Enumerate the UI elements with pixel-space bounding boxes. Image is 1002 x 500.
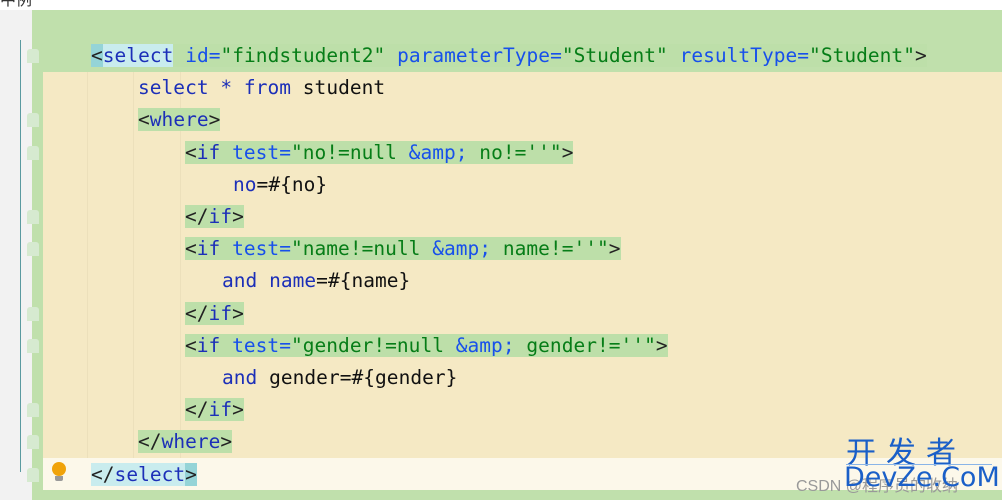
code-token-bracket: > — [561, 140, 574, 164]
code-token-attr: id= — [185, 44, 221, 67]
code-line[interactable]: <select id="findstudent2" parameterType=… — [91, 40, 927, 72]
code-token-bracket: > — [185, 462, 197, 486]
code-line[interactable]: </if> — [185, 394, 244, 426]
code-token-str: "Student" — [561, 44, 668, 67]
code-line[interactable]: <if test="no!=null &amp; no!=''"> — [185, 137, 574, 169]
code-token-tag: select — [102, 44, 174, 67]
code-token-tag: if — [196, 237, 221, 261]
code-token-attr: parameterType= — [397, 44, 562, 67]
code-token-attr: test= — [232, 333, 291, 357]
fold-marker-icon[interactable] — [27, 49, 39, 63]
code-line[interactable]: no=#{no} — [233, 169, 327, 201]
code-token-bracket: </ — [185, 301, 209, 325]
code-token-bracket: > — [220, 430, 233, 454]
code-token-text: =#{no} — [256, 172, 328, 196]
code-token-str: no!=''" — [467, 140, 562, 164]
code-token-attr: test= — [232, 237, 291, 261]
code-line[interactable]: </if> — [185, 201, 244, 233]
code-token-bracket: < — [138, 108, 150, 132]
code-token-bracket: > — [608, 237, 621, 261]
code-line[interactable]: </select> — [91, 459, 197, 491]
fold-marker-icon[interactable] — [27, 113, 39, 128]
code-token-bracket: < — [185, 237, 197, 261]
code-token-str: gender!=''" — [514, 333, 656, 357]
top-cropped-text: 中例 — [0, 0, 32, 10]
code-line[interactable]: select * from student — [138, 72, 385, 104]
code-token-amp: &amp; — [408, 140, 468, 164]
code-token-text — [385, 44, 398, 67]
code-token-text — [220, 333, 233, 357]
fold-marker-icon[interactable] — [27, 306, 39, 321]
code-token-bracket: > — [232, 205, 244, 228]
code-token-text — [220, 237, 233, 261]
code-token-kw: no — [233, 172, 257, 196]
code-token-text — [667, 44, 680, 67]
code-token-bracket: < — [185, 140, 197, 164]
code-token-bracket: </ — [185, 205, 209, 228]
lightbulb-icon[interactable] — [52, 462, 66, 481]
code-token-str: "Student" — [809, 44, 915, 67]
code-token-tag: where — [149, 108, 209, 132]
code-token-str: "no!=null — [290, 140, 409, 164]
code-line[interactable]: <if test="gender!=null &amp; gender!=''"… — [185, 330, 668, 362]
code-token-tag: if — [208, 205, 233, 228]
code-token-text: student — [302, 76, 386, 100]
fold-marker-icon[interactable] — [27, 403, 39, 418]
code-token-tag: if — [196, 333, 221, 357]
code-line[interactable]: <if test="name!=null &amp; name!=''"> — [185, 233, 621, 265]
code-token-amp: &amp; — [455, 333, 515, 357]
code-token-bracket: > — [232, 398, 244, 422]
code-token-bracket: > — [232, 301, 244, 325]
code-token-str: name!=''" — [491, 237, 609, 261]
code-line[interactable]: <where> — [138, 104, 221, 136]
code-token-str: "findstudent2" — [220, 44, 386, 67]
code-token-text: =#{name} — [316, 269, 411, 293]
code-token-attr: test= — [232, 140, 291, 164]
fold-marker-icon[interactable] — [27, 242, 39, 257]
code-token-bracket: </ — [185, 398, 209, 422]
fold-marker-icon[interactable] — [27, 467, 39, 482]
code-token-kw: select * from — [138, 76, 303, 100]
code-token-text: gender=#{gender} — [269, 366, 458, 389]
code-token-text — [173, 44, 186, 67]
code-line[interactable]: </if> — [185, 298, 244, 330]
code-token-bracket: > — [655, 333, 668, 357]
code-token-bracket: > — [208, 108, 221, 132]
watermark-logo-en: DevZe.CoM — [844, 462, 1000, 493]
code-token-kw: and name — [222, 269, 317, 293]
code-token-bracket: < — [185, 333, 197, 357]
code-token-tag: if — [208, 301, 233, 325]
fold-marker-icon[interactable] — [27, 210, 39, 224]
code-token-tag: if — [196, 140, 221, 164]
code-token-attr: resultType= — [679, 44, 810, 67]
code-token-amp: &amp; — [432, 237, 492, 261]
code-token-tag: if — [208, 398, 233, 422]
code-token-tag: where — [161, 430, 221, 454]
fold-marker-icon[interactable] — [27, 435, 39, 450]
indent-guide — [133, 72, 134, 458]
code-token-bracket: </ — [138, 430, 162, 454]
code-token-bracket: </ — [91, 462, 115, 486]
code-line[interactable]: </where> — [138, 426, 233, 458]
code-line[interactable]: and name=#{name} — [222, 265, 410, 297]
gutter-divider — [20, 40, 21, 472]
code-token-str: "gender!=null — [290, 333, 456, 357]
code-token-bracket: < — [91, 44, 103, 67]
fold-marker-icon[interactable] — [27, 338, 39, 353]
code-token-str: "name!=null — [290, 237, 433, 261]
code-token-kw: and — [222, 366, 270, 389]
code-token-tag: select — [114, 462, 186, 486]
code-token-bracket: > — [914, 44, 927, 67]
code-token-text — [220, 140, 233, 164]
indent-guide — [87, 72, 88, 458]
code-line[interactable]: and gender=#{gender} — [222, 362, 457, 394]
fold-marker-icon[interactable] — [27, 145, 39, 160]
